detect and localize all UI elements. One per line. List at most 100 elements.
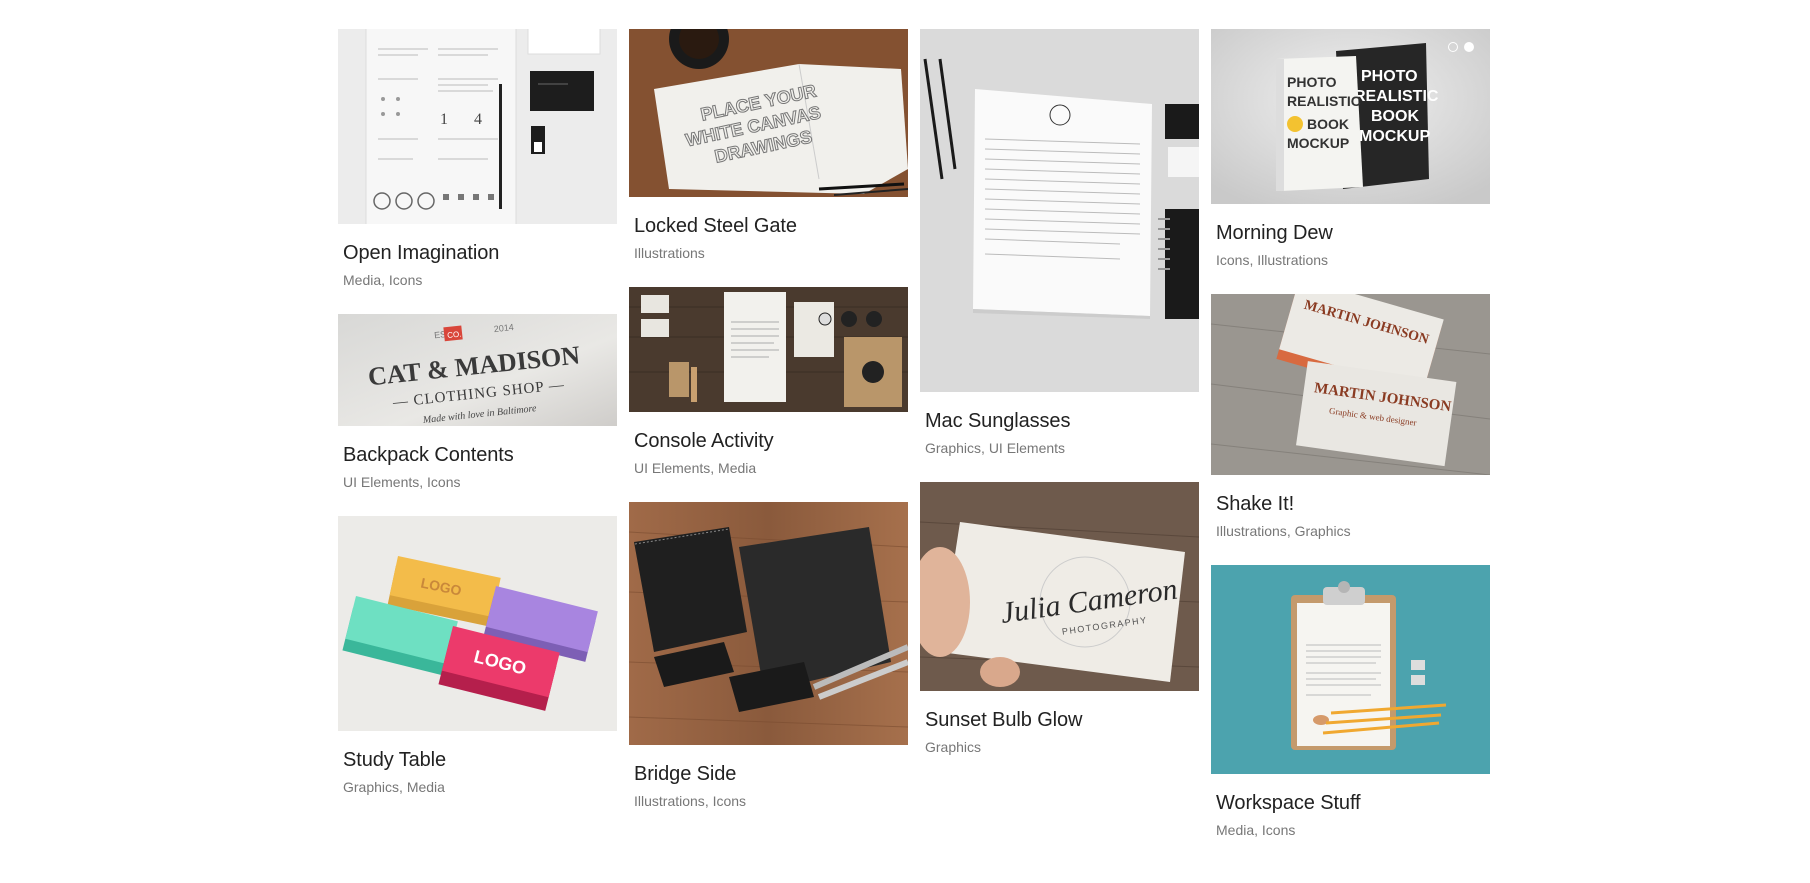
category-link[interactable]: Icons — [1262, 822, 1295, 838]
category-separator: , — [704, 793, 713, 809]
book-mockup-image: PHOTO REALISTIC BOOK MOCKUP PHOTO REALIS… — [1211, 29, 1490, 204]
svg-text:2014: 2014 — [493, 322, 514, 334]
item-thumbnail[interactable] — [1211, 565, 1490, 774]
portfolio-item[interactable]: PLACE YOUR WHITE CANVAS DRAWINGS Locked … — [629, 29, 908, 262]
category-link[interactable]: Illustrations — [1216, 523, 1287, 539]
category-link[interactable]: Icons — [713, 793, 746, 809]
svg-text:PHOTO: PHOTO — [1287, 74, 1337, 90]
item-thumbnail[interactable]: MARTIN JOHNSON MARTIN JOHNSON Graphic & … — [1211, 294, 1490, 475]
sketchbook-image: PLACE YOUR WHITE CANVAS DRAWINGS — [629, 29, 908, 197]
item-title[interactable]: Morning Dew — [1216, 221, 1485, 245]
portfolio-item[interactable]: Bridge Side Illustrations, Icons — [629, 502, 908, 810]
slider-dot-1[interactable] — [1448, 42, 1458, 52]
category-link[interactable]: Icons — [427, 474, 460, 490]
portfolio-grid: 1 4 Open Imagination Media, Icons EST. C… — [338, 29, 1492, 864]
item-categories: Icons, Illustrations — [1216, 251, 1485, 269]
svg-text:CO.: CO. — [447, 330, 462, 340]
item-title[interactable]: Locked Steel Gate — [634, 214, 903, 238]
item-thumbnail[interactable] — [920, 29, 1199, 392]
category-link[interactable]: Media — [407, 779, 445, 795]
item-categories: Graphics, Media — [343, 778, 612, 796]
svg-text:1: 1 — [440, 111, 448, 128]
svg-text:REALISTIC: REALISTIC — [1354, 88, 1439, 105]
portfolio-item[interactable]: LOGO LOGO Study Table Graphics, Media — [338, 516, 617, 796]
slider-dot-2[interactable] — [1464, 42, 1474, 52]
category-link[interactable]: Illustrations — [634, 245, 705, 261]
item-title[interactable]: Open Imagination — [343, 241, 612, 265]
item-title[interactable]: Backpack Contents — [343, 443, 612, 467]
letterpress-logo-image: EST. CO. 2014 CAT & MADISON — CLOTHING S… — [338, 314, 617, 426]
category-link[interactable]: Illustrations — [1257, 252, 1328, 268]
category-link[interactable]: Media — [718, 460, 756, 476]
category-link[interactable]: Graphics — [1295, 523, 1351, 539]
item-title[interactable]: Sunset Bulb Glow — [925, 708, 1194, 732]
category-link[interactable]: Graphics — [925, 440, 981, 456]
category-link[interactable]: Icons — [1216, 252, 1249, 268]
clipboard-image — [1211, 565, 1490, 774]
item-categories: Media, Icons — [343, 271, 612, 289]
portfolio-column-1: 1 4 Open Imagination Media, Icons EST. C… — [338, 29, 617, 821]
category-link[interactable]: Icons — [389, 272, 422, 288]
category-separator: , — [710, 460, 719, 476]
item-categories: UI Elements, Icons — [343, 473, 612, 491]
item-thumbnail[interactable] — [629, 287, 908, 412]
item-title[interactable]: Workspace Stuff — [1216, 791, 1485, 815]
stationery-wood-image — [629, 287, 908, 412]
category-separator: , — [1286, 523, 1295, 539]
portfolio-item[interactable]: 1 4 Open Imagination Media, Icons — [338, 29, 617, 289]
svg-text:BOOK: BOOK — [1371, 108, 1419, 125]
item-thumbnail[interactable]: LOGO LOGO — [338, 516, 617, 731]
category-link[interactable]: Graphics — [925, 739, 981, 755]
category-link[interactable]: Graphics — [343, 779, 399, 795]
item-thumbnail[interactable]: 1 4 — [338, 29, 617, 224]
item-categories: Graphics, UI Elements — [925, 439, 1194, 457]
slider-dots — [1448, 42, 1474, 52]
photography-card-image: Julia Cameron PHOTOGRAPHY — [920, 482, 1199, 691]
item-title[interactable]: Console Activity — [634, 429, 903, 453]
svg-text:REALISTIC: REALISTIC — [1287, 93, 1361, 109]
portfolio-item[interactable]: Mac Sunglasses Graphics, UI Elements — [920, 29, 1199, 457]
category-link[interactable]: Media — [1216, 822, 1254, 838]
item-title[interactable]: Shake It! — [1216, 492, 1485, 516]
svg-text:BOOK: BOOK — [1307, 116, 1349, 132]
portfolio-column-4: PHOTO REALISTIC BOOK MOCKUP PHOTO REALIS… — [1211, 29, 1490, 864]
svg-text:MOCKUP: MOCKUP — [1287, 135, 1349, 151]
item-categories: Illustrations — [634, 244, 903, 262]
item-title[interactable]: Study Table — [343, 748, 612, 772]
item-categories: Media, Icons — [1216, 821, 1485, 839]
item-thumbnail[interactable] — [629, 502, 908, 745]
portfolio-item[interactable]: PHOTO REALISTIC BOOK MOCKUP PHOTO REALIS… — [1211, 29, 1490, 269]
portfolio-item[interactable]: Workspace Stuff Media, Icons — [1211, 565, 1490, 839]
category-separator: , — [399, 779, 407, 795]
letterhead-image — [920, 29, 1199, 392]
portfolio-column-3: Mac Sunglasses Graphics, UI Elements Jul… — [920, 29, 1199, 781]
category-separator: , — [419, 474, 428, 490]
item-thumbnail[interactable]: PLACE YOUR WHITE CANVAS DRAWINGS — [629, 29, 908, 197]
category-link[interactable]: UI Elements — [343, 474, 419, 490]
martin-johnson-cards-image: MARTIN JOHNSON MARTIN JOHNSON Graphic & … — [1211, 294, 1490, 475]
item-categories: Illustrations, Icons — [634, 792, 903, 810]
business-cards-colors-image: LOGO LOGO — [338, 516, 617, 731]
category-separator: , — [981, 440, 989, 456]
portfolio-item[interactable]: Julia Cameron PHOTOGRAPHY Sunset Bulb Gl… — [920, 482, 1199, 756]
item-categories: Graphics — [925, 738, 1194, 756]
category-link[interactable]: UI Elements — [634, 460, 710, 476]
portfolio-column-2: PLACE YOUR WHITE CANVAS DRAWINGS Locked … — [629, 29, 908, 835]
category-link[interactable]: Illustrations — [634, 793, 705, 809]
svg-text:4: 4 — [474, 111, 482, 128]
item-categories: UI Elements, Media — [634, 459, 903, 477]
item-thumbnail[interactable]: EST. CO. 2014 CAT & MADISON — CLOTHING S… — [338, 314, 617, 426]
portfolio-item[interactable]: Console Activity UI Elements, Media — [629, 287, 908, 477]
category-separator: , — [381, 272, 389, 288]
item-title[interactable]: Bridge Side — [634, 762, 903, 786]
item-thumbnail[interactable]: Julia Cameron PHOTOGRAPHY — [920, 482, 1199, 691]
category-link[interactable]: Media — [343, 272, 381, 288]
svg-text:MOCKUP: MOCKUP — [1359, 128, 1430, 145]
portfolio-item[interactable]: EST. CO. 2014 CAT & MADISON — CLOTHING S… — [338, 314, 617, 491]
category-link[interactable]: UI Elements — [989, 440, 1065, 456]
portfolio-item[interactable]: MARTIN JOHNSON MARTIN JOHNSON Graphic & … — [1211, 294, 1490, 540]
stationery-resume-image: 1 4 — [338, 29, 617, 224]
item-title[interactable]: Mac Sunglasses — [925, 409, 1194, 433]
item-thumbnail[interactable]: PHOTO REALISTIC BOOK MOCKUP PHOTO REALIS… — [1211, 29, 1490, 204]
black-notebooks-image — [629, 502, 908, 745]
